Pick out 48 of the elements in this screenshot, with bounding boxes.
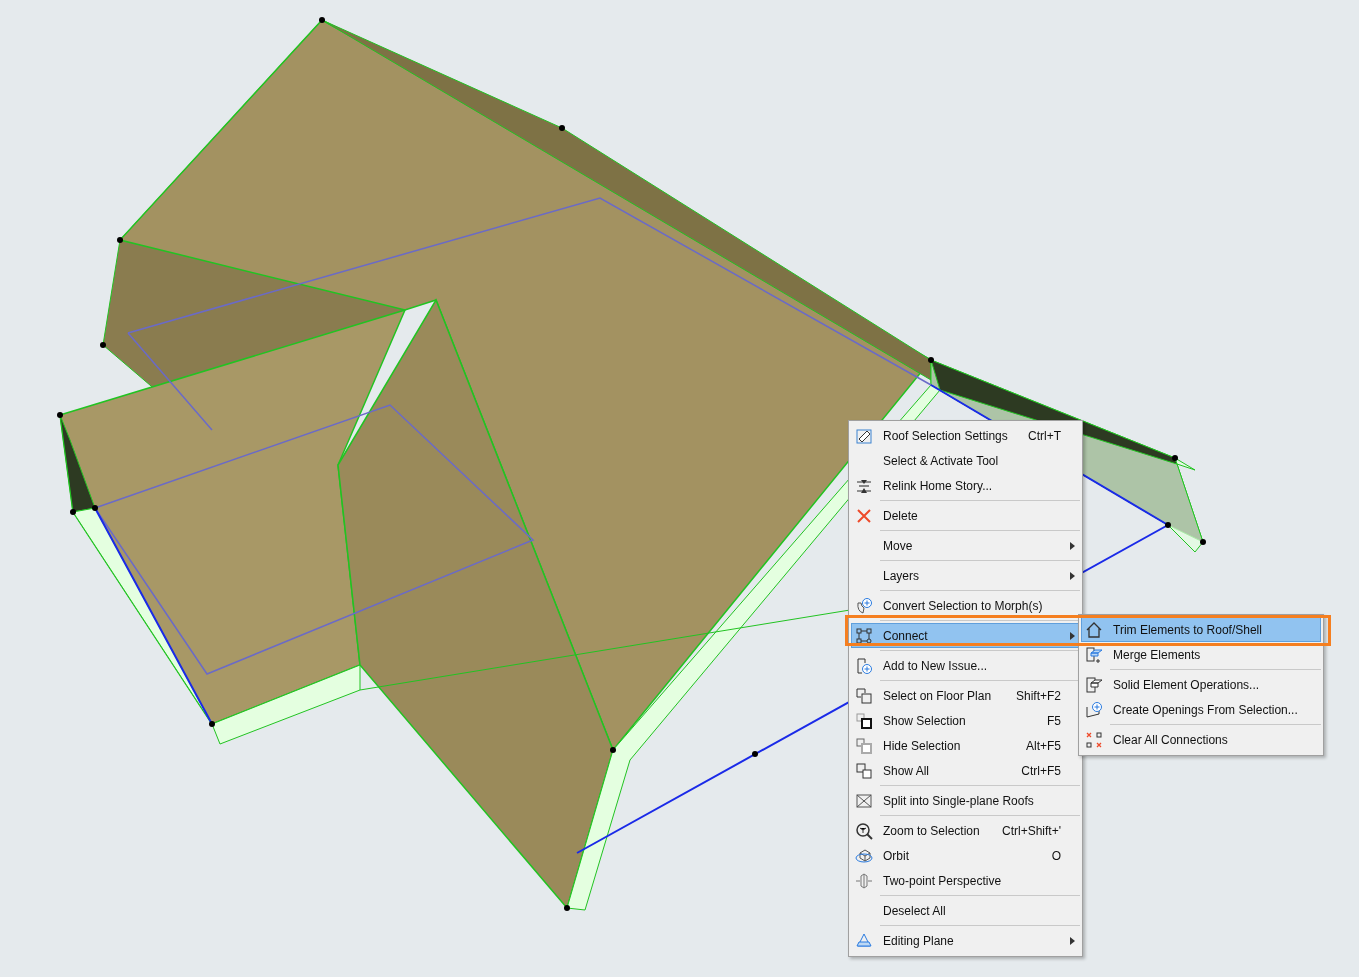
menu-item[interactable]: Show Selection F5: [851, 708, 1080, 733]
menu-item[interactable]: Relink Home Story...: [851, 473, 1080, 498]
connections-icon: [1085, 731, 1103, 749]
add-issue-icon: [855, 657, 873, 675]
menu-item[interactable]: Move: [851, 533, 1080, 558]
editing-plane-icon: [855, 932, 873, 950]
shortcut-text: F5: [1047, 713, 1061, 728]
shortcut-text: O: [1051, 848, 1061, 863]
floor-plan-icon: [855, 687, 873, 705]
menu-item[interactable]: Solid Element Operations...: [1081, 672, 1321, 697]
orbit-icon: [855, 847, 873, 865]
split-roof-icon: [855, 792, 873, 810]
menu-item[interactable]: Hide Selection Alt+F5: [851, 733, 1080, 758]
menu-item[interactable]: Orbit O: [851, 843, 1080, 868]
menu-item[interactable]: Split into Single-plane Roofs: [851, 788, 1080, 813]
cubes-icon: [855, 762, 873, 780]
shortcut-text: Ctrl+T: [1028, 428, 1061, 443]
menu-item[interactable]: Roof Selection Settings Ctrl+T: [851, 423, 1080, 448]
pencil-icon: [855, 427, 873, 445]
delete-icon: [855, 507, 873, 525]
menu-item[interactable]: Select & Activate Tool: [851, 448, 1080, 473]
level-icon: [855, 477, 873, 495]
menu-item[interactable]: Deselect All: [851, 898, 1080, 923]
menu-item[interactable]: Merge Elements: [1081, 642, 1321, 667]
shortcut-text: Shift+F2: [1015, 688, 1061, 703]
menu-item[interactable]: Trim Elements to Roof/Shell: [1081, 617, 1321, 642]
house-icon: [1085, 621, 1103, 639]
shortcut-text: Alt+F5: [1026, 738, 1061, 753]
menu-item[interactable]: Zoom to Selection Ctrl+Shift+': [851, 818, 1080, 843]
menu-item[interactable]: Two-point Perspective: [851, 868, 1080, 893]
menu-item[interactable]: Select on Floor Plan Shift+F2: [851, 683, 1080, 708]
zoom-icon: [855, 822, 873, 840]
solid-ops-icon: [1085, 676, 1103, 694]
shortcut-text: Ctrl+F5: [1021, 763, 1061, 778]
shortcut-text: Ctrl+Shift+': [1002, 823, 1061, 838]
nodes-icon: [855, 627, 873, 645]
menu-item[interactable]: Delete: [851, 503, 1080, 528]
menu-item[interactable]: Layers: [851, 563, 1080, 588]
menu-item[interactable]: Editing Plane: [851, 928, 1080, 953]
perspective-icon: [855, 872, 873, 890]
menu-item[interactable]: Show All Ctrl+F5: [851, 758, 1080, 783]
menu-item[interactable]: Convert Selection to Morph(s): [851, 593, 1080, 618]
cubes-icon: [855, 712, 873, 730]
menu-item[interactable]: Create Openings From Selection...: [1081, 697, 1321, 722]
cubes-icon: [855, 737, 873, 755]
menu-item[interactable]: Add to New Issue...: [851, 653, 1080, 678]
merge-icon: [1085, 646, 1103, 664]
menu-item[interactable]: Clear All Connections: [1081, 727, 1321, 752]
